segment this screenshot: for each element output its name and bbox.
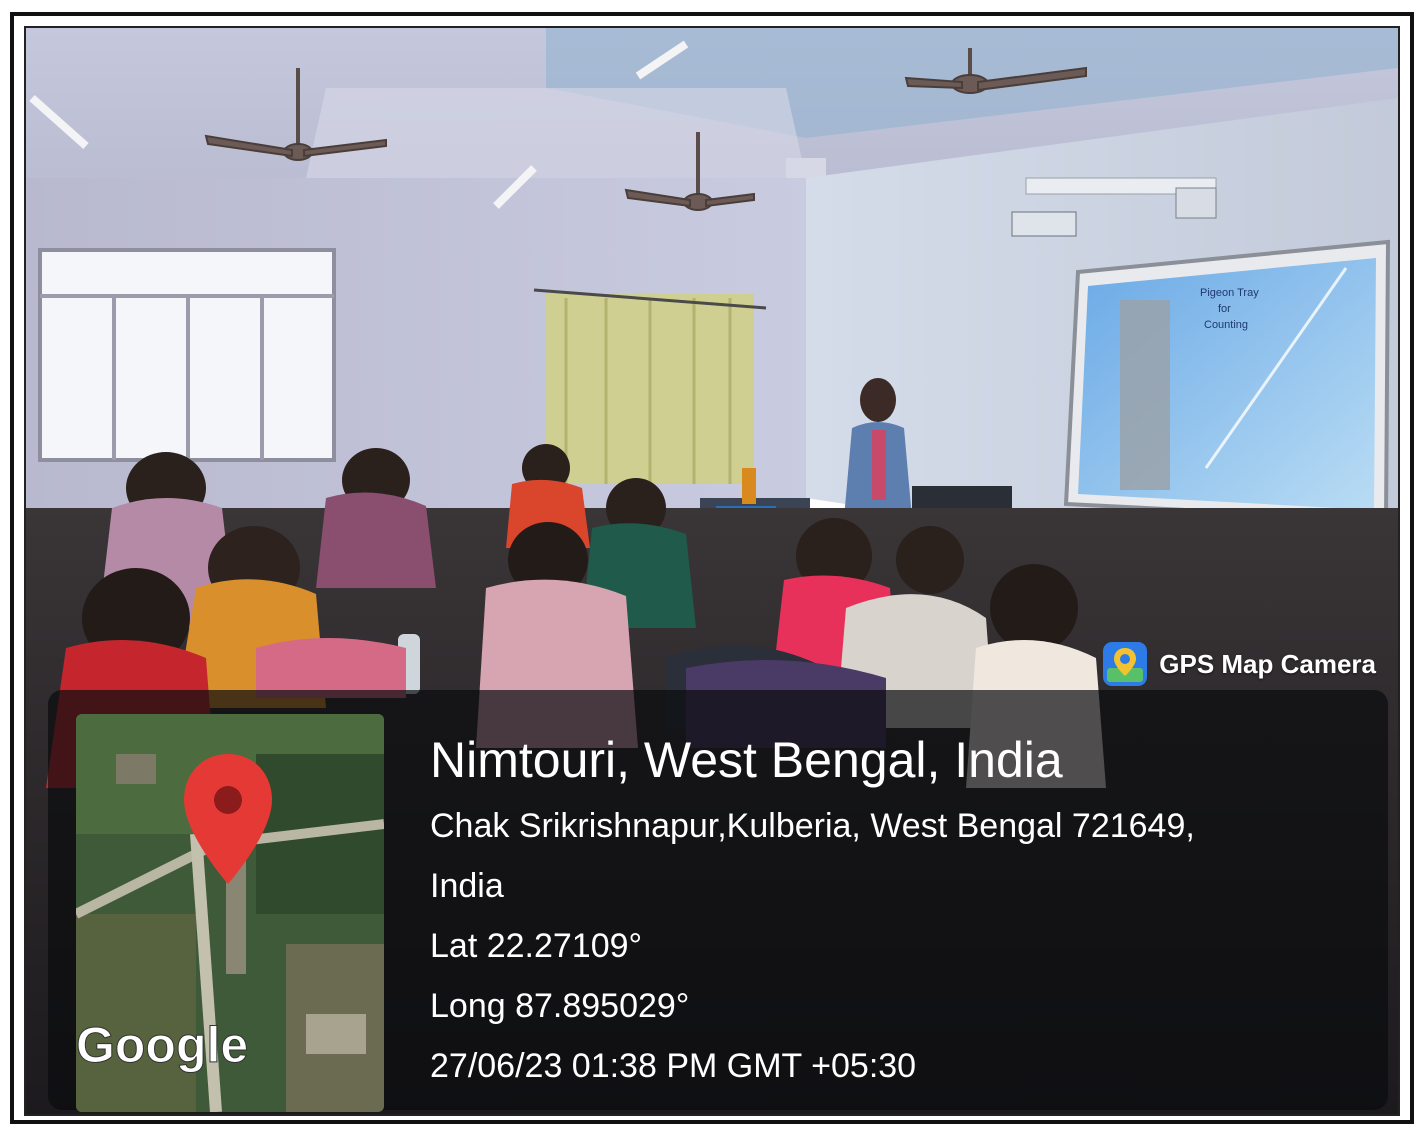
- slide-title-3: Counting: [1204, 319, 1248, 331]
- longitude: Long 87.895029°: [430, 987, 690, 1025]
- location-text: Nimtouri, West Bengal, India Chak Srikri…: [430, 730, 1330, 1096]
- watermark-label: GPS Map Camera: [1159, 648, 1376, 679]
- photo-frame: Pigeon Tray for Counting GPS Map Camera …: [10, 12, 1414, 1124]
- map-thumbnail: Google: [76, 714, 384, 1112]
- slide-title-1: Pigeon Tray: [1200, 287, 1259, 299]
- address-line-1: Chak Srikrishnapur,Kulberia, West Bengal…: [430, 807, 1195, 845]
- gps-map-camera-watermark: GPS Map Camera: [1103, 642, 1376, 686]
- slide-title-2: for: [1218, 303, 1231, 315]
- latitude: Lat 22.27109°: [430, 927, 643, 965]
- datetime: 27/06/23 01:38 PM GMT +05:30: [430, 1047, 917, 1085]
- map-pin-camera-icon: [1103, 642, 1148, 686]
- location-info-panel: Google Nimtouri, West Bengal, India Chak…: [48, 690, 1388, 1112]
- place-title: Nimtouri, West Bengal, India: [430, 732, 1063, 788]
- classroom-photo: Pigeon Tray for Counting GPS Map Camera …: [24, 26, 1400, 1116]
- google-logo: Google: [76, 1017, 248, 1073]
- address-line-2: India: [430, 867, 504, 905]
